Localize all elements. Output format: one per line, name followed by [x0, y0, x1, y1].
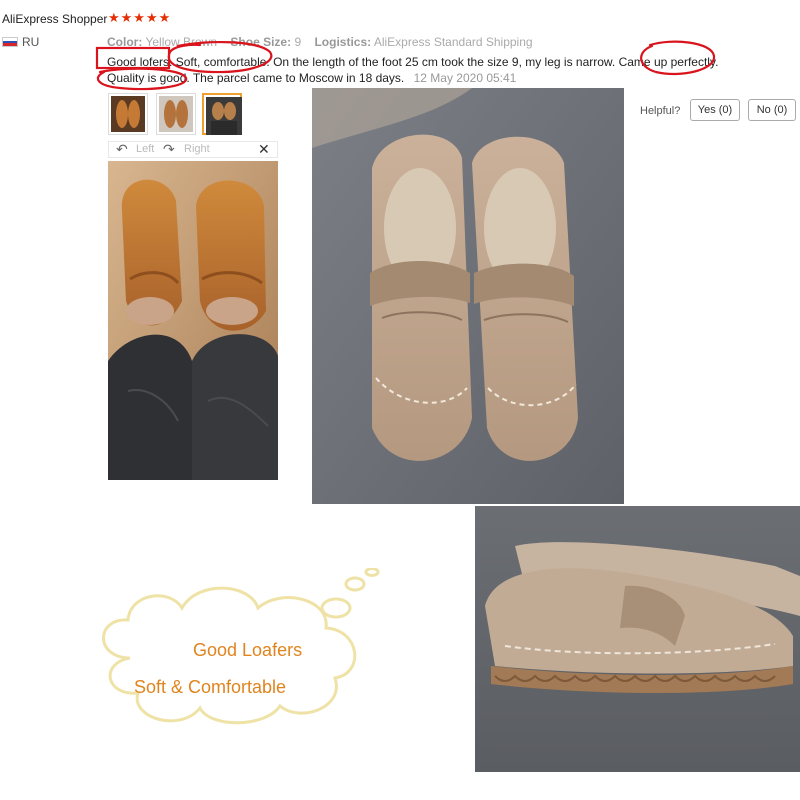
order-attributes: Color: Yellow Brown Shoe Size: 9 Logisti… — [107, 35, 543, 49]
cloud-text-soft-comfortable: Soft & Comfortable — [134, 677, 287, 697]
thumbnail-2-image — [159, 96, 193, 132]
close-viewer-icon[interactable]: ✕ — [258, 141, 270, 158]
review-photo-main — [108, 161, 278, 480]
cloud-bubble-medium — [344, 576, 366, 592]
shopper-name: AliExpress Shopper — [2, 12, 108, 26]
rating-stars: ★★★★★ — [108, 10, 172, 25]
russia-flag-icon — [2, 37, 18, 47]
review-text-line1: Good lofers. Soft, comfortable. On the l… — [107, 55, 719, 69]
review-text-line2: Quality is good. The parcel came to Mosc… — [107, 71, 516, 85]
color-label: Color: — [107, 35, 143, 49]
review-thumbnail-3[interactable] — [202, 93, 242, 135]
review-thumbnail-2[interactable] — [156, 93, 196, 135]
thumbnail-1-image — [111, 96, 145, 132]
helpful-label: Helpful? — [640, 105, 681, 117]
rotate-left-icon[interactable]: ↶ — [116, 141, 128, 158]
logistics-value: AliExpress Standard Shipping — [373, 35, 533, 49]
review-thumbnail-1[interactable] — [108, 93, 148, 135]
logistics-label: Logistics: — [314, 35, 372, 49]
rotate-left-label[interactable]: Left — [136, 143, 154, 155]
color-value: Yellow Brown — [145, 35, 218, 49]
review-date: 12 May 2020 05:41 — [413, 71, 517, 85]
cloud-bubble-large — [320, 597, 352, 619]
helpful-yes-button[interactable]: Yes (0) — [690, 99, 740, 121]
cloud-bubble-small — [364, 568, 380, 577]
thumbnail-3-image — [206, 97, 242, 135]
product-photo-side — [475, 506, 800, 772]
cloud-text-good-loafers: Good Loafers — [193, 640, 303, 660]
rotate-right-icon[interactable]: ↷ — [163, 141, 175, 158]
country-code: RU — [22, 35, 40, 49]
review-text-line2-body: Quality is good. The parcel came to Mosc… — [107, 71, 405, 85]
size-value: 9 — [294, 35, 302, 49]
product-photo-top — [312, 88, 624, 504]
rotate-right-label[interactable]: Right — [184, 143, 210, 155]
helpful-no-button[interactable]: No (0) — [748, 99, 796, 121]
size-label: Shoe Size: — [230, 35, 292, 49]
